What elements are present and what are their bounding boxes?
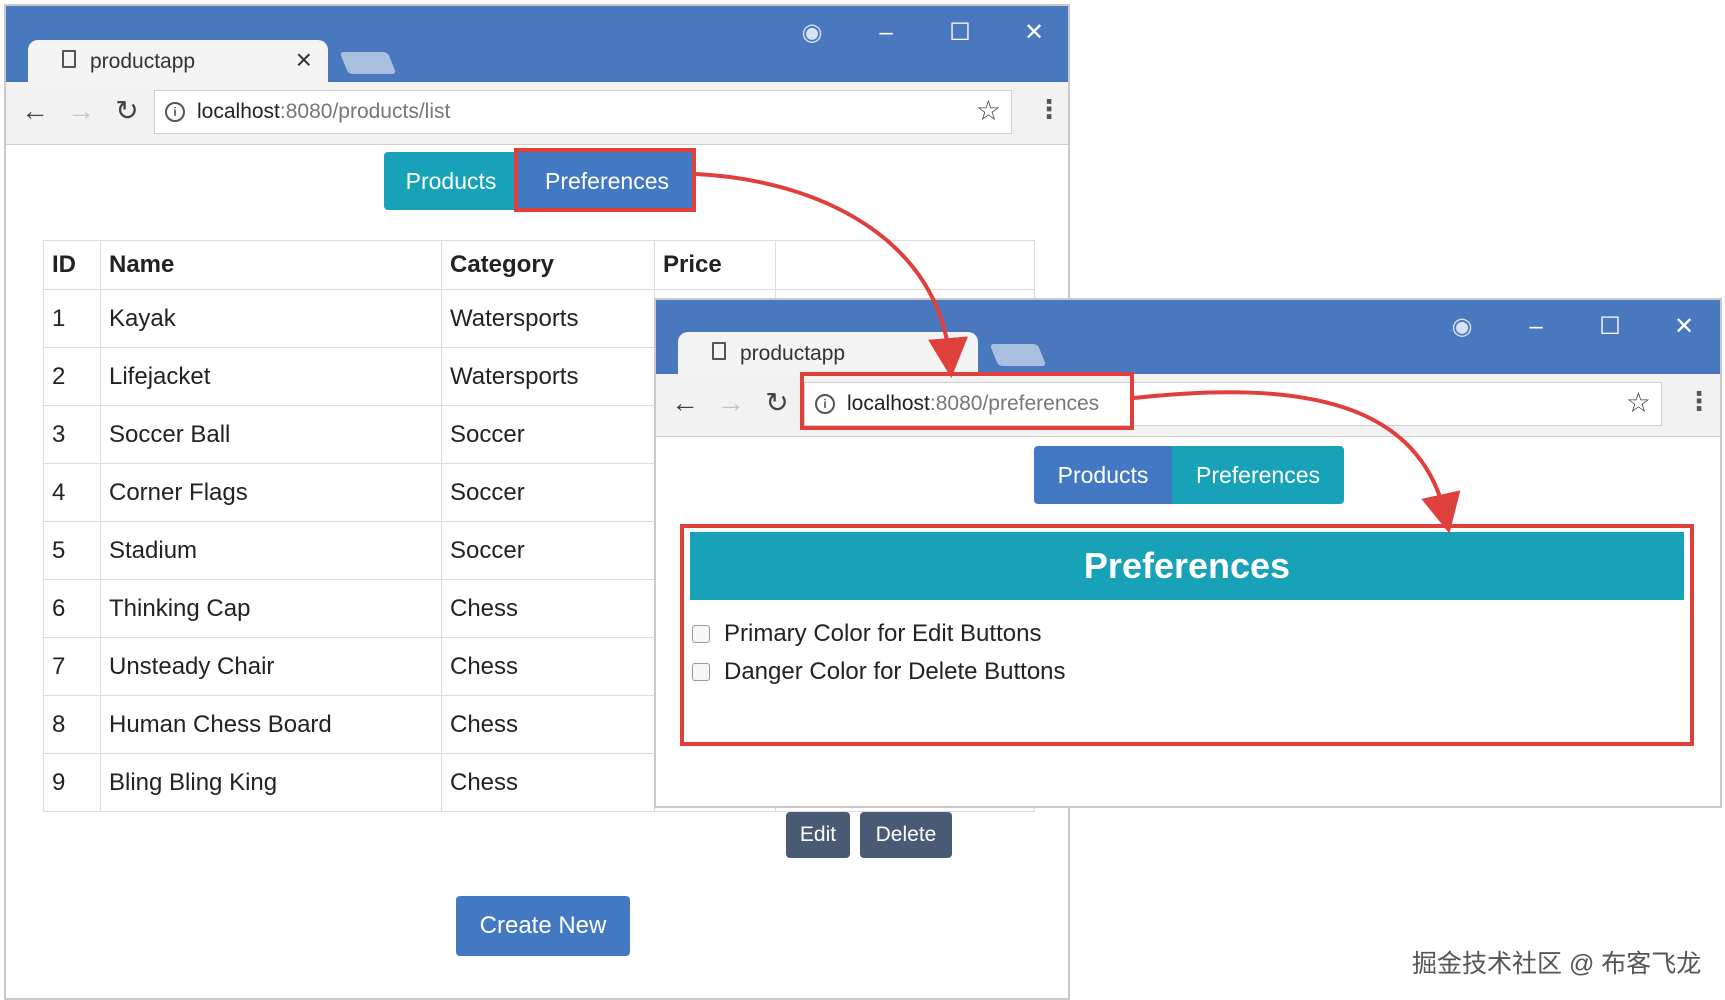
cell-category: Chess xyxy=(441,753,655,812)
danger-color-label: Danger Color for Delete Buttons xyxy=(724,658,1066,685)
menu-icon[interactable]: ⋮ xyxy=(1036,94,1062,124)
minimize-icon[interactable]: – xyxy=(866,18,906,48)
cell-category: Watersports xyxy=(441,347,655,406)
watermark: 掘金技术社区 @ 布客飞龙 xyxy=(1412,950,1702,978)
minimize-icon[interactable]: – xyxy=(1516,312,1556,342)
nav-products-button[interactable]: Products xyxy=(384,152,518,210)
menu-icon[interactable]: ⋮ xyxy=(1686,386,1712,416)
nav-products-button[interactable]: Products xyxy=(1034,446,1172,504)
maximize-icon[interactable]: ☐ xyxy=(1590,312,1630,342)
forward-icon[interactable]: → xyxy=(714,388,748,418)
account-icon[interactable]: ◉ xyxy=(1442,312,1482,342)
title-bar: productapp × ◉ – ☐ ✕ xyxy=(6,6,1068,84)
cell-id: 9 xyxy=(43,753,101,812)
cell-id: 7 xyxy=(43,637,101,696)
column-header-price: Price xyxy=(654,240,776,290)
cell-id: 8 xyxy=(43,695,101,754)
reload-icon[interactable]: ↻ xyxy=(110,96,144,126)
cell-name: Unsteady Chair xyxy=(100,637,442,696)
cell-name: Lifejacket xyxy=(100,347,442,406)
cell-category: Chess xyxy=(441,695,655,754)
column-header-category: Category xyxy=(441,240,655,290)
cell-category: Chess xyxy=(441,579,655,638)
close-icon[interactable]: ✕ xyxy=(1014,18,1054,48)
maximize-icon[interactable]: ☐ xyxy=(940,18,980,48)
cell-name: Kayak xyxy=(100,289,442,348)
edit-button[interactable]: Edit xyxy=(786,812,850,858)
new-tab-button[interactable] xyxy=(339,52,397,74)
primary-color-label: Primary Color for Edit Buttons xyxy=(724,620,1042,647)
cell-category: Soccer xyxy=(441,405,655,464)
nav-button-group: Products Preferences xyxy=(1034,446,1344,504)
cell-name: Human Chess Board xyxy=(100,695,442,754)
back-icon[interactable]: ← xyxy=(18,96,52,126)
browser-tab[interactable]: productapp xyxy=(678,332,978,376)
document-icon xyxy=(62,50,76,68)
nav-button-group: Products Preferences xyxy=(384,152,696,210)
tab-title: productapp xyxy=(740,342,846,365)
address-bar[interactable]: i localhost:8080/preferences ☆ xyxy=(804,382,1662,426)
cell-name: Corner Flags xyxy=(100,463,442,522)
delete-button[interactable]: Delete xyxy=(860,812,952,858)
forward-icon[interactable]: → xyxy=(64,96,98,126)
nav-preferences-button[interactable]: Preferences xyxy=(1172,446,1344,504)
cell-name: Soccer Ball xyxy=(100,405,442,464)
cell-category: Soccer xyxy=(441,521,655,580)
cell-id: 4 xyxy=(43,463,101,522)
back-icon[interactable]: ← xyxy=(668,388,702,418)
cell-id: 1 xyxy=(43,289,101,348)
cell-name: Bling Bling King xyxy=(100,753,442,812)
bookmark-star-icon[interactable]: ☆ xyxy=(1626,388,1651,418)
cell-category: Soccer xyxy=(441,463,655,522)
cell-name: Thinking Cap xyxy=(100,579,442,638)
table-header-row: ID Name Category Price xyxy=(43,240,1035,290)
address-bar[interactable]: i localhost:8080/products/list ☆ xyxy=(154,90,1012,134)
cell-id: 5 xyxy=(43,521,101,580)
tab-title: productapp xyxy=(90,50,196,73)
column-header-id: ID xyxy=(43,240,101,290)
browser-tab[interactable]: productapp × xyxy=(28,40,328,84)
browser-toolbar: ← → ↻ i localhost:8080/products/list ☆ ⋮ xyxy=(6,82,1068,145)
cell-category: Chess xyxy=(441,637,655,696)
column-header-actions xyxy=(775,240,1035,290)
info-icon[interactable]: i xyxy=(165,102,185,122)
bookmark-star-icon[interactable]: ☆ xyxy=(976,96,1001,126)
cell-id: 3 xyxy=(43,405,101,464)
reload-icon[interactable]: ↻ xyxy=(760,388,794,418)
preferences-header: Preferences xyxy=(690,532,1684,600)
close-icon[interactable]: ✕ xyxy=(1664,312,1704,342)
cell-name: Stadium xyxy=(100,521,442,580)
cell-id: 6 xyxy=(43,579,101,638)
option-primary-color[interactable]: Primary Color for Edit Buttons xyxy=(692,620,1041,648)
document-icon xyxy=(712,342,726,360)
column-header-name: Name xyxy=(100,240,442,290)
new-tab-button[interactable] xyxy=(989,344,1047,366)
danger-color-checkbox[interactable] xyxy=(692,663,710,681)
cell-id: 2 xyxy=(43,347,101,406)
create-new-button[interactable]: Create New xyxy=(456,896,630,956)
url-text: localhost:8080/products/list xyxy=(197,100,451,123)
primary-color-checkbox[interactable] xyxy=(692,625,710,643)
url-text: localhost:8080/preferences xyxy=(847,392,1100,415)
option-danger-color[interactable]: Danger Color for Delete Buttons xyxy=(692,658,1066,686)
tab-close-icon[interactable]: × xyxy=(296,45,312,75)
cell-category: Watersports xyxy=(441,289,655,348)
browser-toolbar: ← → ↻ i localhost:8080/preferences ☆ ⋮ xyxy=(656,374,1720,437)
info-icon[interactable]: i xyxy=(815,394,835,414)
title-bar: productapp ◉ – ☐ ✕ xyxy=(656,300,1720,376)
account-icon[interactable]: ◉ xyxy=(792,18,832,48)
nav-preferences-button[interactable]: Preferences xyxy=(518,152,696,210)
